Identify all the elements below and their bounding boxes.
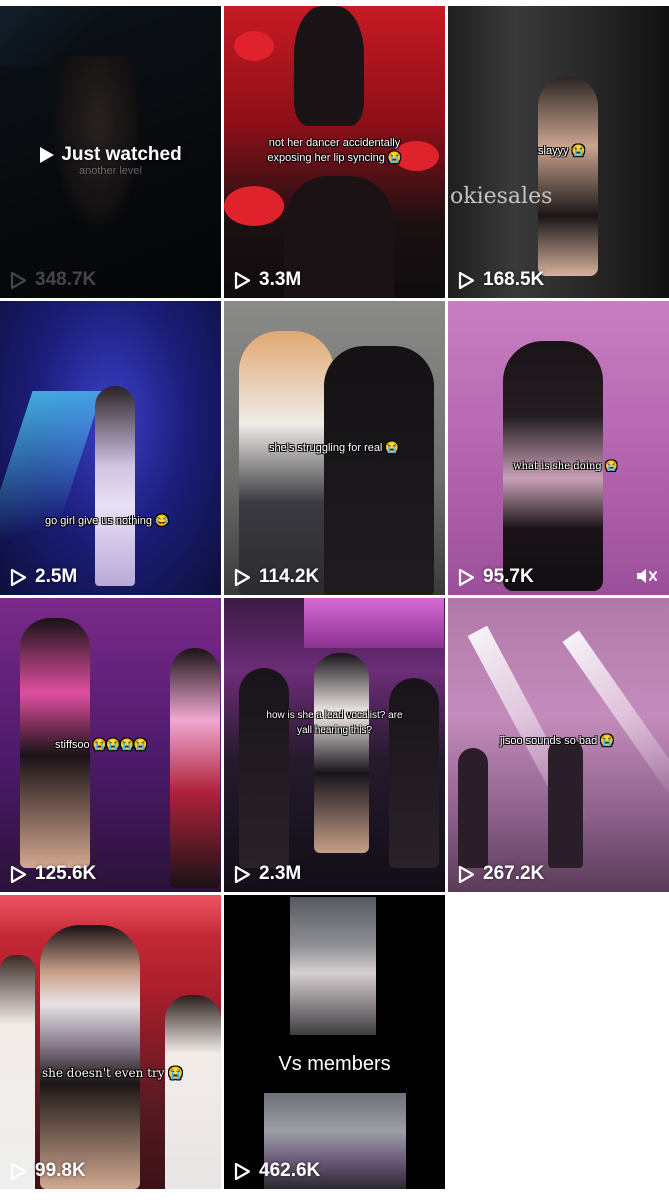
video-tile[interactable]: what is she doing 😭 95.7K bbox=[448, 301, 669, 595]
video-caption: slayyy 😭 bbox=[538, 145, 586, 157]
view-count: 2.5M bbox=[10, 565, 77, 589]
view-count: 3.3M bbox=[234, 268, 301, 292]
video-grid: Just watched another level 348.7K not he… bbox=[0, 0, 669, 1200]
play-icon bbox=[234, 865, 251, 883]
view-count: 462.6K bbox=[234, 1159, 320, 1183]
video-tile[interactable]: jisoo sounds so bad 😭 267.2K bbox=[448, 598, 669, 892]
play-icon bbox=[458, 271, 475, 289]
view-count: 267.2K bbox=[458, 862, 544, 886]
play-icon bbox=[234, 271, 251, 289]
video-caption: go girl give us nothing 😂 bbox=[45, 515, 169, 527]
video-caption: what is she doing 😭 bbox=[513, 461, 618, 472]
view-count: 114.2K bbox=[234, 565, 319, 589]
play-icon bbox=[10, 1162, 27, 1180]
play-icon bbox=[10, 568, 27, 586]
play-icon bbox=[458, 865, 475, 883]
video-caption: another level bbox=[79, 165, 142, 177]
video-tile[interactable]: not her dancer accidentally exposing her… bbox=[224, 6, 445, 298]
video-caption: how is she a lead vocalist? are yall hea… bbox=[266, 710, 403, 736]
view-count: 95.7K bbox=[458, 565, 534, 589]
video-tile[interactable]: she's struggling for real 😭 114.2K bbox=[224, 301, 445, 595]
video-tile[interactable]: stiffsoo 😭😭😭😭 125.6K bbox=[0, 598, 221, 892]
video-caption: she's struggling for real 😭 bbox=[269, 442, 400, 454]
view-count: 99.8K bbox=[10, 1159, 86, 1183]
mute-icon[interactable] bbox=[635, 567, 659, 585]
video-tile[interactable]: Vs members 462.6K bbox=[224, 895, 445, 1189]
video-caption: stiffsoo 😭😭😭😭 bbox=[55, 739, 148, 751]
play-icon bbox=[40, 147, 55, 163]
video-caption: Vs members bbox=[278, 1053, 391, 1075]
video-tile[interactable]: she doesn't even try 😭 99.8K bbox=[0, 895, 221, 1189]
play-icon bbox=[234, 568, 251, 586]
watermark-text: okiesales bbox=[450, 184, 553, 209]
play-icon bbox=[10, 271, 27, 289]
video-tile[interactable]: Just watched another level 348.7K bbox=[0, 6, 221, 298]
view-count: 2.3M bbox=[234, 862, 301, 886]
play-icon bbox=[234, 1162, 251, 1180]
video-caption: not her dancer accidentally exposing her… bbox=[267, 137, 402, 164]
view-count: 125.6K bbox=[10, 862, 96, 886]
view-count: 348.7K bbox=[10, 268, 96, 292]
video-tile[interactable]: okiesales slayyy 😭 168.5K bbox=[448, 6, 669, 298]
video-caption: she doesn't even try 😭 bbox=[42, 1066, 184, 1080]
video-tile[interactable]: how is she a lead vocalist? are yall hea… bbox=[224, 598, 445, 892]
view-count: 168.5K bbox=[458, 268, 544, 292]
play-icon bbox=[10, 865, 27, 883]
video-caption: jisoo sounds so bad 😭 bbox=[500, 735, 614, 747]
video-tile[interactable]: go girl give us nothing 😂 2.5M bbox=[0, 301, 221, 595]
play-icon bbox=[458, 568, 475, 586]
just-watched-label: Just watched bbox=[0, 144, 221, 166]
